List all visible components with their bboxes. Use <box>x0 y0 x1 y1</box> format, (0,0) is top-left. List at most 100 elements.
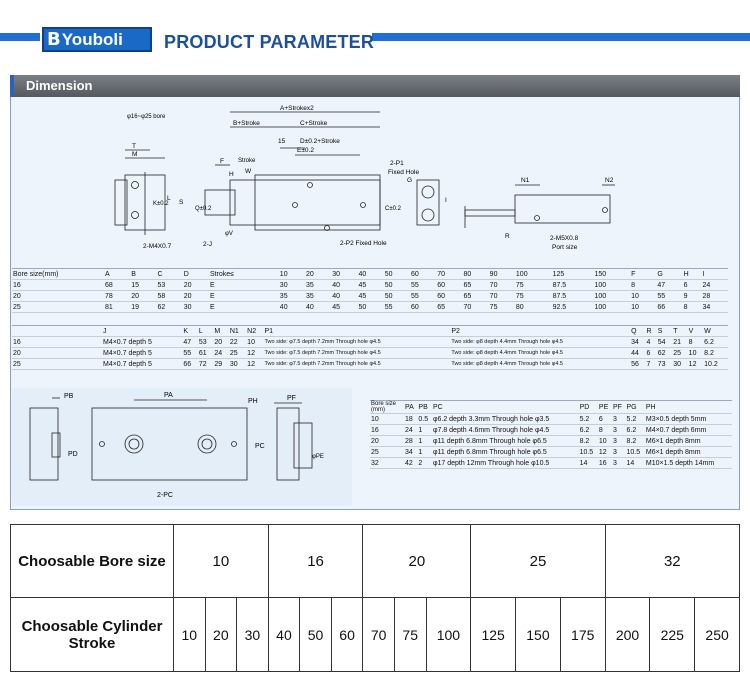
table2-cell: 25 <box>228 347 247 359</box>
stroke-250: 250 <box>694 597 740 672</box>
table2-cell: Two side: φ7.5 depth 7.2mm Through hole … <box>263 336 451 348</box>
dimension-drawing: φ16~φ25 bore A+Strokex2 B+Stroke C+Strok… <box>114 105 615 251</box>
table1-cell: 81 <box>104 301 131 313</box>
label-pc-side: PC <box>255 443 265 450</box>
table1-cell: 75 <box>514 290 552 302</box>
table1-cell: 40 <box>278 301 306 313</box>
label-pf: PF <box>287 395 296 402</box>
table1-header: 70 <box>436 268 463 280</box>
bore-note: φ16~φ25 bore <box>127 114 166 120</box>
stroke-50: 50 <box>299 597 332 672</box>
table1-cell: 70 <box>488 290 515 302</box>
stroke-30: 30 <box>236 597 269 672</box>
brand-name: Youboli <box>61 29 123 49</box>
table3-cell: 10 <box>597 435 612 447</box>
table1-cell: E <box>208 279 279 291</box>
label-ph: PH <box>248 398 258 405</box>
table1-cell: 20 <box>182 279 209 291</box>
table1-header: A <box>104 268 131 280</box>
table1-cell: 65 <box>436 301 463 313</box>
table1-cell: 50 <box>357 301 384 313</box>
label-port: Port size <box>552 244 578 251</box>
table2-cell: 62 <box>656 347 673 359</box>
table2-header: L <box>197 325 214 337</box>
label-q: Q±0.2 <box>195 206 212 212</box>
table1-cell: E <box>208 290 279 302</box>
table3-cell: 42 <box>404 457 418 469</box>
table3-header: PC <box>431 400 579 414</box>
table3-cell: 24 <box>404 424 418 436</box>
table2-cell: 56 <box>630 358 646 370</box>
table3-cell: 0.5 <box>417 413 432 425</box>
table2-cell: 10 <box>687 347 704 359</box>
choosable-table: Choosable Bore size 10 16 20 25 32 Choos… <box>10 524 741 672</box>
table1-cell: 55 <box>656 290 683 302</box>
table1-header: 20 <box>305 268 332 280</box>
table3-cell: M6×1 depth 8mm <box>644 435 732 447</box>
table1-header: 30 <box>331 268 358 280</box>
table2-cell: 29 <box>213 358 229 370</box>
table1-cell: 75 <box>514 279 552 291</box>
table2-cell: 30 <box>672 358 688 370</box>
label-e: E±0.2 <box>297 147 314 154</box>
table1-header: 10 <box>278 268 306 280</box>
table2-cell: 10.2 <box>703 358 728 370</box>
label-p2: 2-P2 Fixed Hole <box>340 240 387 247</box>
table1-cell: 92.5 <box>551 301 594 313</box>
table2-bore: 16 <box>12 336 102 348</box>
table1-cell: 40 <box>331 279 358 291</box>
table1-header: 80 <box>462 268 489 280</box>
stroke-100: 100 <box>425 597 472 672</box>
stroke-70: 70 <box>362 597 395 672</box>
table2-cell: M4×0.7 depth 5 <box>102 358 183 370</box>
table1-cell: 28 <box>701 290 728 302</box>
table1-cell: 87.5 <box>551 290 594 302</box>
table2-header: Q <box>630 325 646 337</box>
label-g: G <box>407 177 412 184</box>
table3-cell: φ11 depth 6.8mm Through hole φ6.5 <box>431 435 579 447</box>
table3-cell: 20 <box>370 435 404 447</box>
table1-cell: 20 <box>12 290 104 302</box>
table3-cell: 14 <box>625 457 645 469</box>
label-w: W <box>245 168 252 175</box>
stroke-20: 20 <box>204 597 238 672</box>
table2-header: K <box>182 325 198 337</box>
table3-header: PE <box>597 400 612 414</box>
logo-mark-icon: B <box>47 29 61 50</box>
table2-bore: 20 <box>12 347 102 359</box>
table2-cell: 73 <box>656 358 673 370</box>
table2-cell: Two side: φ8 depth 4.4mm Through hole φ4… <box>450 336 631 348</box>
table3-cell: 3 <box>611 457 626 469</box>
label-pa: PA <box>164 392 173 399</box>
label-fixed-hole: Fixed Hole <box>388 169 419 176</box>
stroke-225: 225 <box>649 597 696 672</box>
table1-cell: 35 <box>278 290 306 302</box>
stroke-40: 40 <box>267 597 301 672</box>
table1-cell: 45 <box>331 301 358 313</box>
table2-header: S <box>656 325 673 337</box>
table3-cell: 28 <box>404 435 418 447</box>
table2-header: W <box>703 325 728 337</box>
table1-header: B <box>130 268 157 280</box>
table2-cell: Two side: φ7.5 depth 7.2mm Through hole … <box>263 358 451 370</box>
table3-cell: 3 <box>611 435 626 447</box>
label-m: M <box>132 151 137 158</box>
stroke-175: 175 <box>559 597 606 672</box>
table3-cell: 14 <box>578 457 598 469</box>
table3-cell: 34 <box>404 446 418 458</box>
table1-header: F <box>630 268 657 280</box>
header-bar-left <box>0 33 40 41</box>
table1-cell: 100 <box>593 301 631 313</box>
bore-25: 25 <box>470 524 606 598</box>
table1-header: Bore size(mm) <box>12 268 104 280</box>
bore-10: 10 <box>173 524 269 598</box>
bore-16: 16 <box>267 524 364 598</box>
table1-cell: 50 <box>383 290 410 302</box>
table1-cell: 62 <box>156 301 183 313</box>
table2-cell: 8.2 <box>703 347 728 359</box>
table1-cell: 35 <box>305 279 332 291</box>
label-2pc: 2-PC <box>157 492 173 499</box>
stroke-10: 10 <box>173 597 206 672</box>
table1-cell: 87.5 <box>551 279 594 291</box>
table1-header: C <box>156 268 183 280</box>
